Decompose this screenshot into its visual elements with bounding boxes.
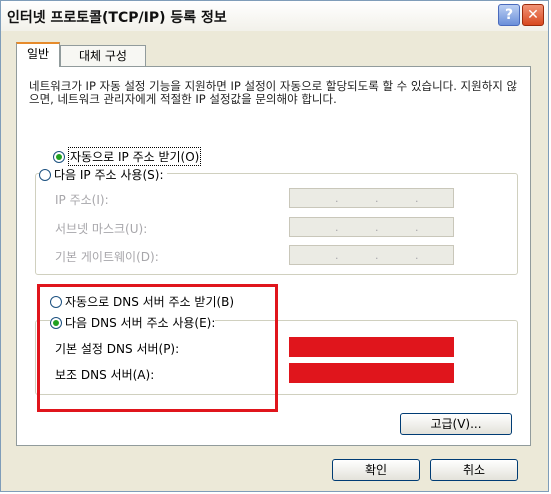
ip-address-field[interactable]: ... — [289, 188, 454, 208]
tab-alternate-configuration[interactable]: 대체 구성 — [60, 45, 146, 66]
advanced-button[interactable]: 고급(V)... — [400, 413, 512, 435]
subnet-mask-label: 서브넷 마스크(U): — [55, 222, 148, 236]
ip-address-label: IP 주소(I): — [55, 193, 109, 207]
general-tab-panel: 네트워크가 IP 자동 설정 기능을 지원하면 IP 설정이 자동으로 할당되도… — [16, 66, 531, 446]
cancel-button[interactable]: 취소 — [430, 459, 518, 481]
title-bar: 인터넷 프로토콜(TCP/IP) 등록 정보 ? ✕ — [1, 1, 548, 31]
manual-ip-radio[interactable]: 다음 IP 주소 사용(S): — [39, 166, 168, 183]
ok-button[interactable]: 확인 — [332, 459, 420, 481]
subnet-mask-field[interactable]: ... — [289, 217, 454, 237]
close-button[interactable]: ✕ — [522, 4, 544, 26]
dialog-title: 인터넷 프로토콜(TCP/IP) 등록 정보 — [7, 10, 227, 26]
radio-unselected-icon — [39, 168, 51, 181]
tab-general[interactable]: 일반 — [16, 42, 60, 67]
manual-ip-label: 다음 IP 주소 사용(S): — [54, 168, 164, 182]
red-highlight-box — [37, 284, 278, 412]
preferred-dns-field-redacted[interactable] — [289, 337, 454, 357]
help-button[interactable]: ? — [498, 4, 520, 26]
default-gateway-field[interactable]: ... — [289, 245, 454, 265]
tcpip-properties-dialog: 인터넷 프로토콜(TCP/IP) 등록 정보 ? ✕ 일반 대체 구성 네트워크… — [0, 0, 549, 492]
alternate-dns-field-redacted[interactable] — [289, 363, 454, 383]
description-text: 네트워크가 IP 자동 설정 기능을 지원하면 IP 설정이 자동으로 할당되도… — [29, 79, 518, 106]
radio-selected-icon — [53, 150, 65, 163]
default-gateway-label: 기본 게이트웨이(D): — [55, 250, 159, 264]
auto-ip-radio[interactable]: 자동으로 IP 주소 받기(O) — [53, 147, 202, 166]
auto-ip-label: 자동으로 IP 주소 받기(O) — [68, 147, 202, 166]
